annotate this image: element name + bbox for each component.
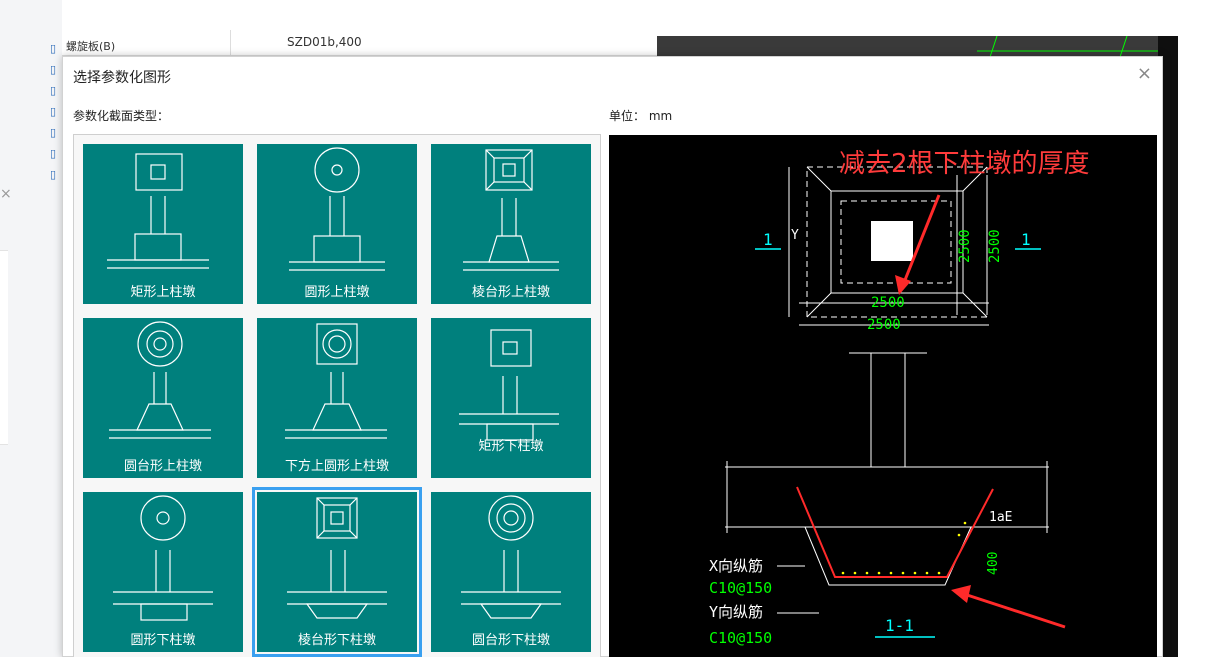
tile-round-frustum-lower-pier[interactable]: 圆台形下柱墩 xyxy=(431,492,591,652)
tile-label: 矩形下柱墩 xyxy=(478,439,544,454)
frustum-upper-pier-icon xyxy=(463,149,559,271)
section-label: 1-1 xyxy=(885,616,914,635)
axis-y-label: Y xyxy=(791,228,799,243)
tile-label: 矩形上柱墩 xyxy=(130,285,196,300)
tile-label: 圆台形下柱墩 xyxy=(471,633,550,648)
tile-frustum-lower-pier[interactable]: 棱台形下柱墩 xyxy=(252,487,422,657)
rebar-dots xyxy=(841,521,967,575)
background-tree-icons: ▯ ▯ ▯ ▯ ▯ ▯ ▯ xyxy=(50,42,57,181)
background-right-panel xyxy=(1178,0,1225,657)
annotation-text: 减去2根下柱墩的厚度 xyxy=(839,149,1090,179)
x-rebar-spec: C10@150 xyxy=(709,579,772,597)
background-row-name: 螺旋板(B) xyxy=(66,40,116,53)
section-mark-right: 1 xyxy=(1021,230,1031,249)
shape-preview: Y 2500 2500 2500 2500 1 1 1aE 400 X向纵筋 C… xyxy=(609,135,1157,657)
round-lower-pier-icon xyxy=(113,495,213,621)
dim-vertical-1: 2500 xyxy=(957,229,973,263)
tile-round-lower-pier[interactable]: 圆形下柱墩 xyxy=(83,492,243,652)
shape-gallery: 矩形上柱墩 圆形上柱墩 棱台形上柱墩 圆台形上柱墩 下方上圆形上柱墩 矩形下柱墩… xyxy=(73,134,601,657)
dim-400: 400 xyxy=(986,552,1001,575)
tile-rect-lower-pier[interactable]: 矩形下柱墩 xyxy=(431,318,591,478)
tile-label: 圆台形上柱墩 xyxy=(123,459,202,474)
annotation-arrowhead-1 xyxy=(895,275,911,295)
y-rebar-spec: C10@150 xyxy=(709,629,772,647)
tile-round-frustum-upper-pier[interactable]: 圆台形上柱墩 xyxy=(83,318,243,478)
dim-inner: 2500 xyxy=(871,295,905,311)
tile-rect-upper-pier[interactable]: 矩形上柱墩 xyxy=(83,144,243,304)
tile-square-base-round-upper-pier[interactable]: 下方上圆形上柱墩 xyxy=(257,318,417,478)
lae-label: 1aE xyxy=(989,510,1012,525)
dim-vertical-2: 2500 xyxy=(987,229,1003,263)
tile-round-upper-pier[interactable]: 圆形上柱墩 xyxy=(257,144,417,304)
background-table-row[interactable]: 螺旋板(B) SZD01b,400 xyxy=(62,30,657,56)
tile-label: 棱台形下柱墩 xyxy=(297,633,376,648)
rebar-line xyxy=(796,486,994,578)
close-icon[interactable]: × xyxy=(1137,63,1152,84)
section-mark-left: 1 xyxy=(763,230,773,249)
preview-drawing: Y 2500 2500 2500 2500 1 1 1aE 400 X向纵筋 C… xyxy=(709,166,1066,647)
annotation-arrow-2 xyxy=(960,591,1066,629)
tile-label: 圆形下柱墩 xyxy=(130,633,196,648)
tile-label: 棱台形上柱墩 xyxy=(471,285,550,300)
tile-frustum-upper-pier[interactable]: 棱台形上柱墩 xyxy=(431,144,591,304)
annotation-arrowhead-2 xyxy=(951,585,971,603)
square-base-round-upper-pier-icon xyxy=(285,323,387,439)
rect-upper-pier-icon xyxy=(107,153,209,269)
background-close-icon[interactable]: × xyxy=(0,186,12,202)
round-frustum-lower-pier-icon xyxy=(461,495,561,619)
frustum-lower-pier-icon xyxy=(287,497,387,619)
tile-label: 圆形上柱墩 xyxy=(304,285,370,300)
rect-lower-pier-icon xyxy=(459,329,559,441)
select-parametric-shape-dialog: 选择参数化图形 × 参数化截面类型： 单位： mm 矩形上柱墩 圆形上柱墩 棱台… xyxy=(62,56,1163,657)
background-row-value: SZD01b,400 xyxy=(287,35,362,49)
x-rebar-label: X向纵筋 xyxy=(709,557,763,575)
dialog-title: 选择参数化图形 xyxy=(73,70,171,86)
unit-label: 单位： mm xyxy=(609,109,673,123)
column-section xyxy=(871,221,913,261)
round-upper-pier-icon xyxy=(289,147,385,271)
round-frustum-upper-pier-icon xyxy=(109,321,211,439)
background-panel xyxy=(0,250,8,445)
dim-outer: 2500 xyxy=(867,317,901,333)
background-column-divider xyxy=(230,30,231,56)
section-view xyxy=(725,352,1049,586)
y-rebar-label: Y向纵筋 xyxy=(709,603,763,621)
section-type-label: 参数化截面类型： xyxy=(73,109,170,123)
tile-label: 下方上圆形上柱墩 xyxy=(284,459,389,474)
